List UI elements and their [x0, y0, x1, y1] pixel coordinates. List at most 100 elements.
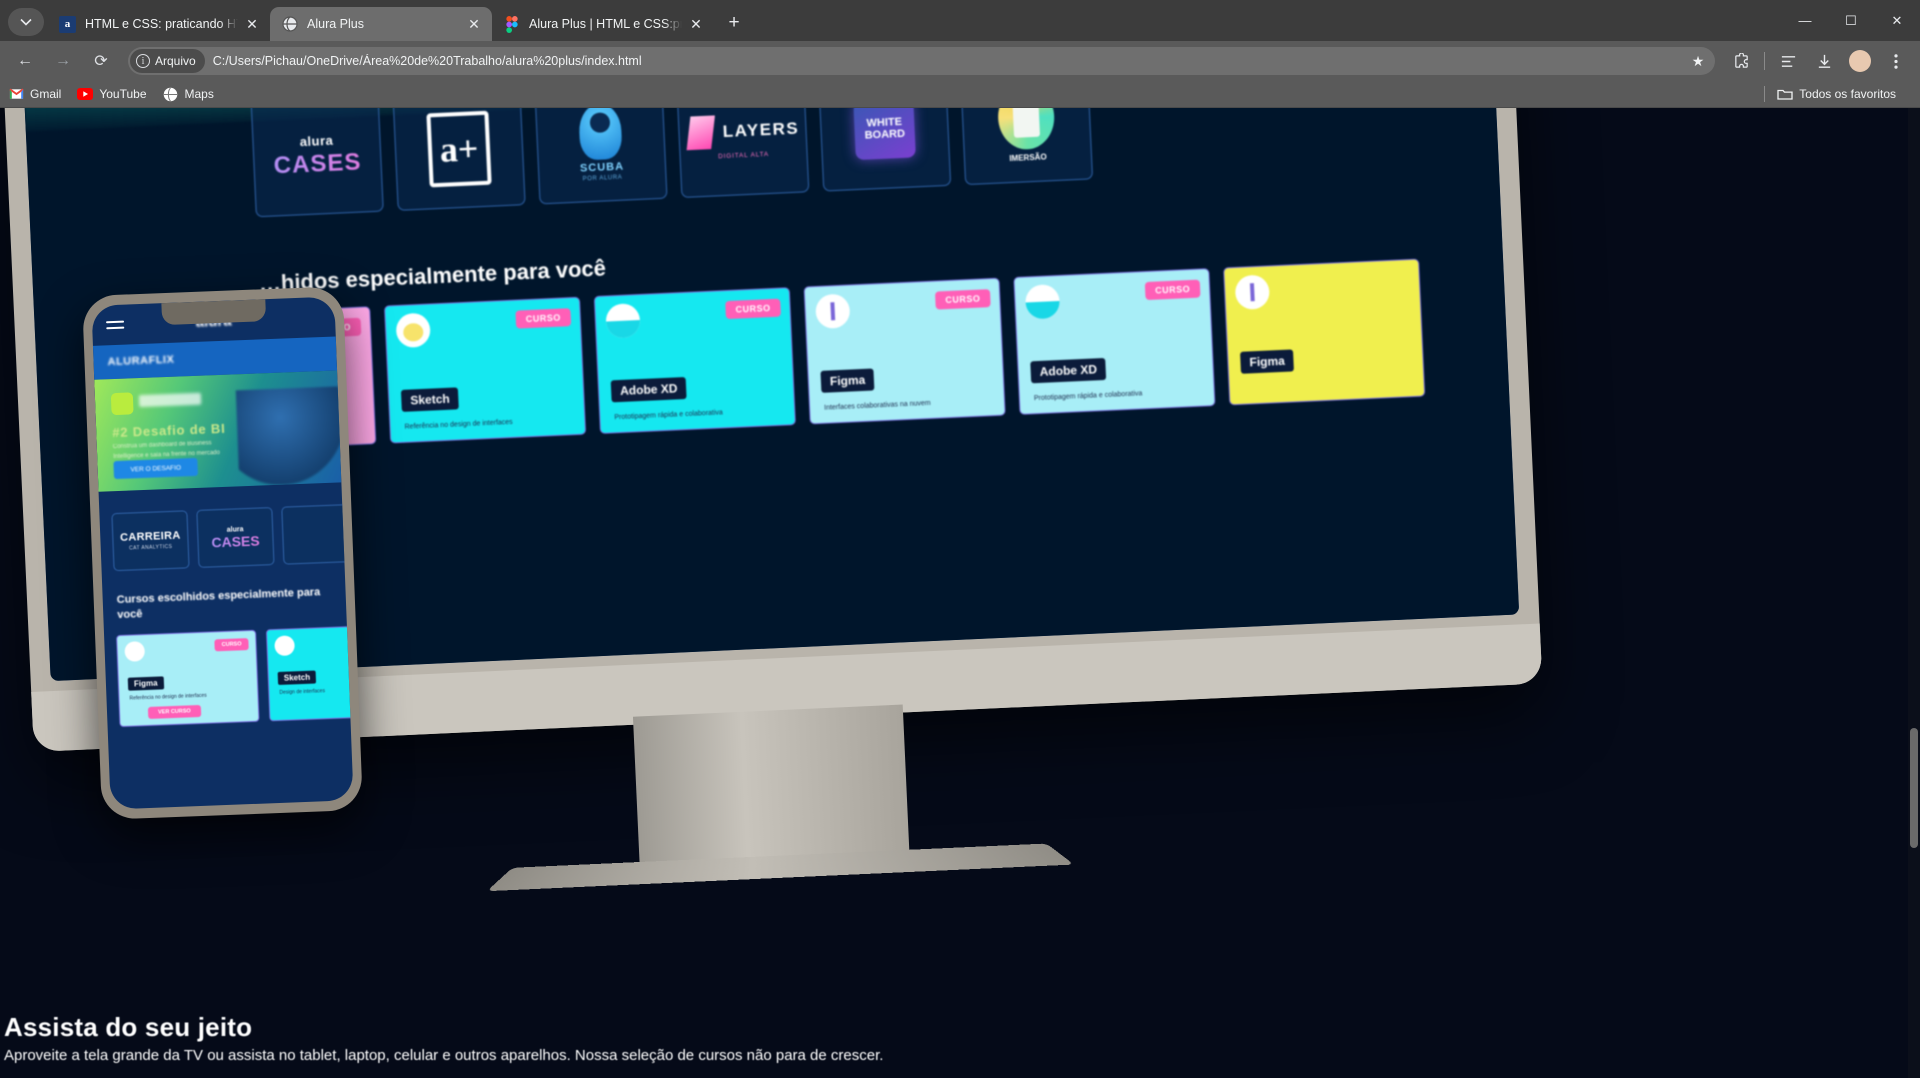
course-card[interactable]: CURSO Adobe XD Prototipagem rápida e col…	[593, 287, 796, 434]
imersao-wordmark: IMERSÃO	[1009, 151, 1047, 163]
page-scrollbar[interactable]	[1908, 108, 1920, 1078]
scrollbar-thumb[interactable]	[1910, 728, 1918, 848]
globe-icon	[281, 16, 298, 33]
url-text[interactable]: C:/Users/Pichau/OneDrive/Área%20de%20Tra…	[213, 54, 1685, 68]
phone-category-alura-cases[interactable]: alura CASES	[196, 507, 275, 568]
course-badge: CURSO	[725, 298, 781, 320]
course-description: Referência no design de interfaces	[129, 692, 207, 702]
file-origin-chip[interactable]: i Arquivo	[130, 49, 205, 73]
imac-stand-neck	[632, 704, 910, 867]
tab-search-button[interactable]	[8, 8, 44, 36]
close-window-button[interactable]: ✕	[1874, 0, 1920, 41]
hamburger-menu-icon[interactable]	[106, 317, 125, 333]
course-avatar-icon	[605, 303, 641, 339]
minimize-button[interactable]: —	[1782, 0, 1828, 41]
phone-category-row: CARREIRA CAT ANALYTICS alura CASES	[99, 482, 354, 572]
bookmark-label: Maps	[184, 87, 214, 101]
tab-html-css[interactable]: a HTML e CSS: praticando HTML/ ✕	[48, 7, 270, 41]
cases-wordmark: CASES	[211, 532, 260, 550]
course-avatar-icon	[815, 293, 851, 330]
reading-list-icon[interactable]	[1773, 46, 1803, 76]
course-card[interactable]: CURSO Sketch Referência no design de int…	[384, 296, 587, 444]
toolbar-divider	[1764, 52, 1765, 70]
course-avatar-icon	[274, 634, 295, 656]
gmail-icon	[8, 86, 24, 102]
imersao-inner-shape	[1012, 108, 1041, 138]
carreira-subtext: CAT ANALYTICS	[129, 543, 173, 552]
bookmarks-divider	[1764, 86, 1766, 102]
course-badge: CURSO	[214, 637, 249, 652]
alura-icon: a	[59, 15, 76, 33]
avatar	[1849, 50, 1871, 72]
course-description: Interfaces colaborativas na nuvem	[823, 399, 931, 412]
all-bookmarks-button[interactable]: Todos os favoritos	[1777, 86, 1896, 102]
downloads-icon[interactable]	[1809, 46, 1839, 76]
file-label: Arquivo	[155, 54, 196, 68]
tab-alura-plus[interactable]: Alura Plus ✕	[270, 7, 492, 41]
layers-wordmark: LAYERS	[722, 118, 800, 141]
logo-card-alura-plus[interactable]: a+	[392, 108, 526, 211]
tab-title: Alura Plus	[307, 17, 364, 31]
bookmark-maps[interactable]: Maps	[163, 86, 214, 102]
bottom-subtitle: Aproveite a tela grande da TV ou assista…	[4, 1047, 884, 1064]
scuba-mark-icon	[578, 108, 623, 161]
extensions-icon[interactable]	[1726, 46, 1756, 76]
phone-course-card[interactable]: Sketch Design de interfaces	[265, 623, 354, 722]
youtube-icon	[77, 86, 94, 102]
window-controls: — ☐ ✕	[1782, 0, 1920, 41]
tab-title: HTML e CSS: praticando HTML/	[85, 17, 238, 31]
close-icon[interactable]: ✕	[464, 14, 484, 34]
course-card[interactable]: CURSO Figma Interfaces colaborativas na …	[803, 277, 1006, 425]
profile-avatar-icon[interactable]	[1845, 46, 1875, 76]
course-card[interactable]: CURSO Adobe XD Prototipagem rápida e col…	[1013, 268, 1216, 415]
reload-button[interactable]: ⟳	[86, 46, 116, 76]
logo-card-alura-cases[interactable]: alura CASES	[250, 108, 384, 218]
phone-category-extra[interactable]	[281, 503, 354, 565]
browser-window: a HTML e CSS: praticando HTML/ ✕ Alura P…	[0, 0, 1920, 108]
course-description: Referência no design de interfaces	[404, 418, 513, 431]
phone-course-card[interactable]: CURSO Figma Referência no design de inte…	[116, 629, 260, 727]
course-avatar-icon	[1024, 283, 1061, 320]
info-icon: i	[136, 54, 150, 68]
course-cta-button[interactable]: VER CURSO	[147, 704, 201, 719]
cases-wordmark: CASES	[273, 148, 362, 179]
back-button[interactable]: ←	[10, 46, 40, 76]
maximize-button[interactable]: ☐	[1828, 0, 1874, 41]
course-description: Design de interfaces	[279, 687, 326, 696]
phone-mockup: alura ALURAFLIX #2 Desafio de BI Constru…	[82, 286, 363, 820]
banner-title: #2 Desafio de BI	[112, 420, 226, 441]
close-icon[interactable]: ✕	[242, 14, 262, 34]
tab-alura-plus-figma[interactable]: Alura Plus | HTML e CSS:praticar ✕	[492, 7, 714, 41]
course-title: Figma	[1240, 349, 1295, 374]
category-logo-row: alura CASES a+ SCUBA POR ALURA LAYERS DI…	[250, 108, 1094, 218]
close-icon[interactable]: ✕	[686, 14, 706, 34]
course-title: Figma	[820, 368, 875, 393]
layers-subtext: DIGITAL ALTA	[718, 150, 770, 160]
phone-course-row: CURSO Figma Referência no design de inte…	[104, 614, 354, 727]
course-title: Figma	[127, 676, 164, 691]
imersao-mark-icon	[996, 108, 1056, 151]
forward-button[interactable]: →	[48, 46, 78, 76]
new-tab-button[interactable]: +	[720, 9, 748, 37]
bookmark-star-icon[interactable]: ★	[1685, 48, 1711, 74]
logo-card-scuba[interactable]: SCUBA POR ALURA	[534, 108, 668, 205]
alura-plus-mark-icon: a+	[426, 110, 492, 188]
logo-card-white-board[interactable]: WHITE BOARD	[817, 108, 952, 192]
more-menu-icon[interactable]	[1881, 46, 1911, 76]
logo-card-imersao[interactable]: IMERSÃO	[959, 108, 1094, 186]
course-card[interactable]: Figma	[1223, 258, 1426, 406]
phone-category-carreira[interactable]: CARREIRA CAT ANALYTICS	[111, 510, 190, 572]
banner-cta-button[interactable]: VER O DESAFIO	[113, 457, 199, 480]
banner-logo-text	[138, 392, 202, 408]
folder-icon	[1777, 86, 1793, 102]
all-bookmarks-group: Todos os favoritos	[1764, 86, 1912, 102]
logo-card-layers[interactable]: LAYERS DIGITAL ALTA	[676, 108, 810, 199]
course-badge: CURSO	[1144, 279, 1201, 301]
address-bar[interactable]: i Arquivo C:/Users/Pichau/OneDrive/Área%…	[128, 47, 1715, 75]
course-badge: CURSO	[515, 308, 572, 329]
bookmark-youtube[interactable]: YouTube	[77, 86, 147, 102]
phone-notch	[160, 299, 266, 326]
layers-lockup: LAYERS	[685, 111, 800, 150]
bottom-copy-block: Assista do seu jeito Aproveite a tela gr…	[0, 1012, 1920, 1064]
bookmark-gmail[interactable]: Gmail	[8, 86, 61, 102]
